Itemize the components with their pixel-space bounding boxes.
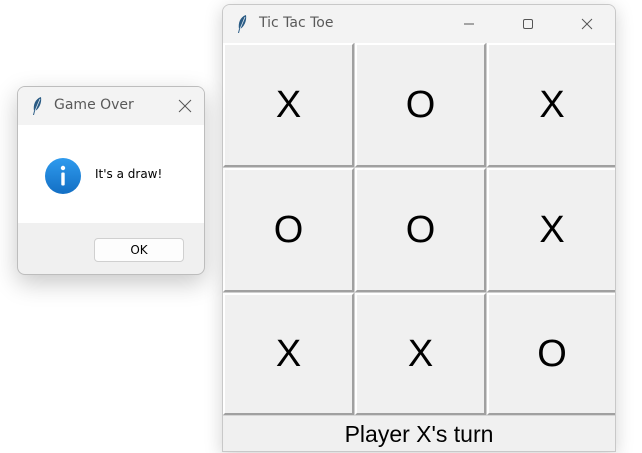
turn-status-label: Player X's turn <box>223 415 615 451</box>
window-title: Tic Tac Toe <box>259 15 334 31</box>
board-cell-r1c2[interactable]: O <box>355 43 486 167</box>
board-cell-r3c3[interactable]: O <box>487 293 615 415</box>
minimize-icon[interactable] <box>457 13 481 35</box>
feather-icon <box>33 97 42 115</box>
board-cell-r1c1[interactable]: X <box>223 43 354 167</box>
maximize-icon[interactable] <box>516 13 540 35</box>
game-over-dialog: Game Over It's a draw! OK <box>17 86 205 275</box>
game-board: X O X O O X X X O <box>223 43 615 415</box>
board-cell-r2c2[interactable]: O <box>355 168 486 292</box>
close-icon[interactable] <box>176 97 194 115</box>
window-titlebar[interactable]: Tic Tac Toe <box>223 5 615 43</box>
ok-button[interactable]: OK <box>94 238 184 262</box>
board-cell-r2c3[interactable]: X <box>487 168 615 292</box>
board-cell-r3c2[interactable]: X <box>355 293 486 415</box>
close-icon[interactable] <box>575 13 599 35</box>
tic-tac-toe-window: Tic Tac Toe X O X O O X X X O Player X's… <box>222 4 616 452</box>
board-cell-r2c1[interactable]: O <box>223 168 354 292</box>
dialog-titlebar[interactable]: Game Over <box>18 87 204 125</box>
board-cell-r1c3[interactable]: X <box>487 43 615 167</box>
feather-icon <box>238 15 247 33</box>
dialog-message: It's a draw! <box>95 167 163 181</box>
dialog-title: Game Over <box>54 97 134 113</box>
info-icon <box>45 158 81 194</box>
dialog-body: It's a draw! <box>18 125 204 223</box>
board-cell-r3c1[interactable]: X <box>223 293 354 415</box>
